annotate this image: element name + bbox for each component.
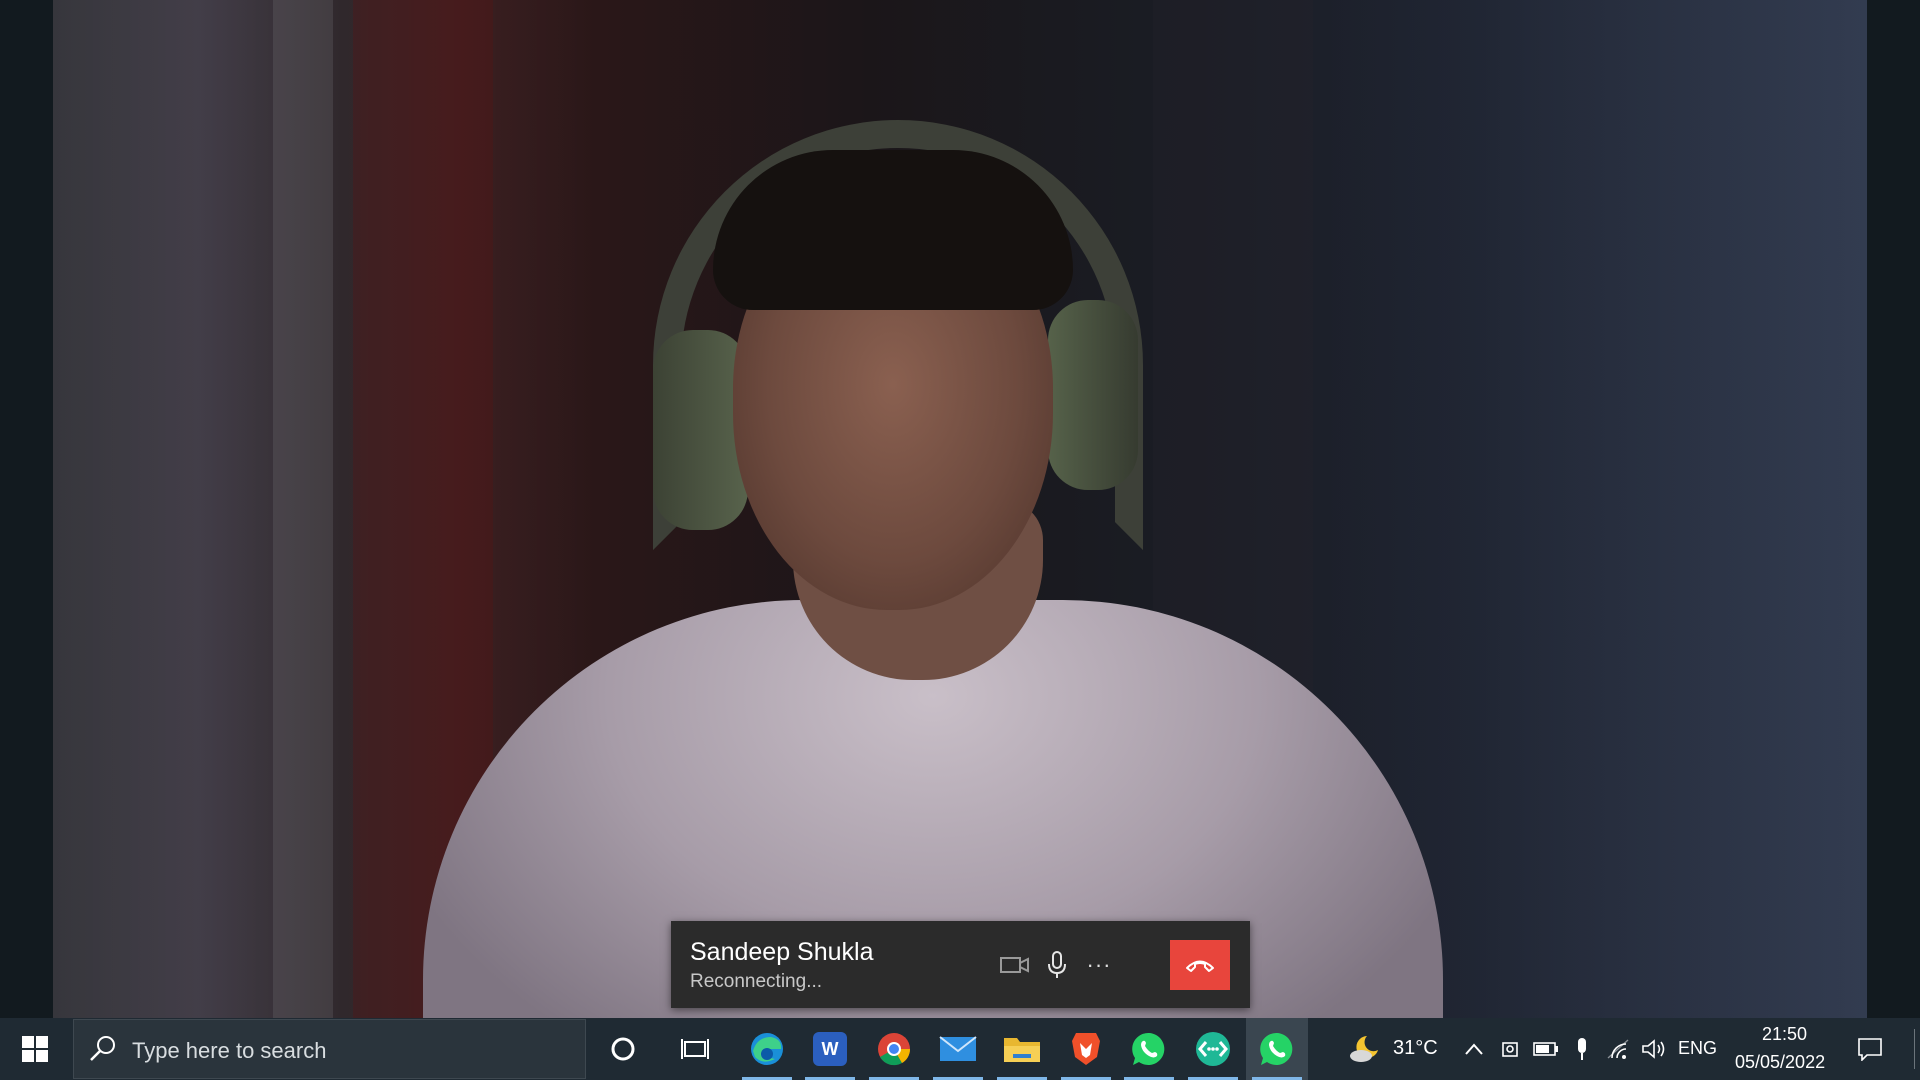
taskbar-word-button[interactable]: W: [799, 1018, 861, 1080]
word-icon: W: [813, 1032, 847, 1066]
search-icon: [88, 1034, 118, 1069]
clock-time[interactable]: 21:50: [1762, 1024, 1807, 1045]
whatsapp-icon: [1260, 1032, 1293, 1065]
hang-up-icon: [1186, 960, 1214, 972]
taskbar-task-view-button[interactable]: [664, 1018, 726, 1080]
notifications-button[interactable]: [1850, 1018, 1890, 1080]
taskbar-mail-button[interactable]: [927, 1018, 989, 1080]
video-camera-icon: [1000, 957, 1029, 973]
cortana-circle-icon: [611, 1037, 635, 1061]
taskbar-brave-button[interactable]: [1055, 1018, 1117, 1080]
caller-name: Sandeep Shukla: [690, 938, 874, 966]
clock-date[interactable]: 05/05/2022: [1735, 1052, 1825, 1073]
person-hair: [713, 150, 1073, 310]
call-window: Sandeep Shukla Reconnecting... ···: [0, 0, 1920, 1018]
show-hidden-icons-button[interactable]: [1462, 1018, 1486, 1080]
call-control-bar: Sandeep Shukla Reconnecting... ···: [671, 921, 1250, 1008]
show-desktop-button[interactable]: [1908, 1018, 1920, 1080]
microphone-in-use-tray-button[interactable]: [1571, 1018, 1593, 1080]
show-desktop-divider: [1913, 1029, 1915, 1069]
microphone-icon: [1048, 951, 1066, 978]
taskbar: Type here to search W 31°C ENG 21:50 05/…: [0, 1018, 1920, 1080]
windows-logo-icon: [22, 1036, 48, 1062]
weather-widget[interactable]: [1342, 1018, 1392, 1080]
brave-icon: [1072, 1033, 1100, 1065]
remote-icon: [1196, 1032, 1230, 1066]
notification-icon: [1858, 1038, 1882, 1061]
chrome-icon: [878, 1033, 911, 1066]
battery-tray-button[interactable]: [1532, 1018, 1560, 1080]
taskbar-whatsapp-call-button[interactable]: [1246, 1018, 1308, 1080]
microphone-icon: [1578, 1038, 1586, 1060]
taskbar-chrome-button[interactable]: [863, 1018, 925, 1080]
moon-cloud-icon: [1350, 1036, 1378, 1062]
edge-icon: [751, 1033, 783, 1065]
input-language-indicator[interactable]: ENG: [1678, 1038, 1717, 1059]
taskbar-file-explorer-button[interactable]: [991, 1018, 1053, 1080]
wifi-icon: [1607, 1039, 1629, 1059]
video-feed: [53, 0, 1867, 1018]
whatsapp-icon: [1132, 1032, 1165, 1065]
search-placeholder: Type here to search: [132, 1038, 327, 1063]
taskbar-cortana-button[interactable]: [592, 1018, 654, 1080]
start-button[interactable]: [0, 1018, 70, 1080]
taskbar-edge-button[interactable]: [736, 1018, 798, 1080]
more-options-button[interactable]: ···: [1074, 940, 1124, 990]
speaker-icon: [1642, 1039, 1665, 1059]
end-call-button[interactable]: [1170, 940, 1230, 990]
taskbar-remote-app-button[interactable]: [1182, 1018, 1244, 1080]
taskbar-whatsapp-button[interactable]: [1118, 1018, 1180, 1080]
volume-tray-button[interactable]: [1640, 1018, 1668, 1080]
chevron-up-icon: [1465, 1043, 1483, 1055]
weather-temperature[interactable]: 31°C: [1393, 1037, 1438, 1060]
call-status: Reconnecting...: [690, 971, 823, 992]
curtain-fold: [273, 0, 333, 1018]
mail-icon: [939, 1036, 977, 1061]
network-tray-button[interactable]: [1605, 1018, 1631, 1080]
battery-icon: [1533, 1042, 1558, 1056]
desktop: Sandeep Shukla Reconnecting... ··· Type …: [0, 0, 1920, 1080]
headphone-cup-right: [1048, 300, 1138, 490]
camera-tray-icon: [1502, 1042, 1518, 1057]
taskbar-search-box[interactable]: Type here to search: [73, 1019, 586, 1079]
task-view-icon: [681, 1039, 709, 1059]
meet-now-tray-button[interactable]: [1498, 1018, 1522, 1080]
folder-icon: [1004, 1038, 1040, 1062]
